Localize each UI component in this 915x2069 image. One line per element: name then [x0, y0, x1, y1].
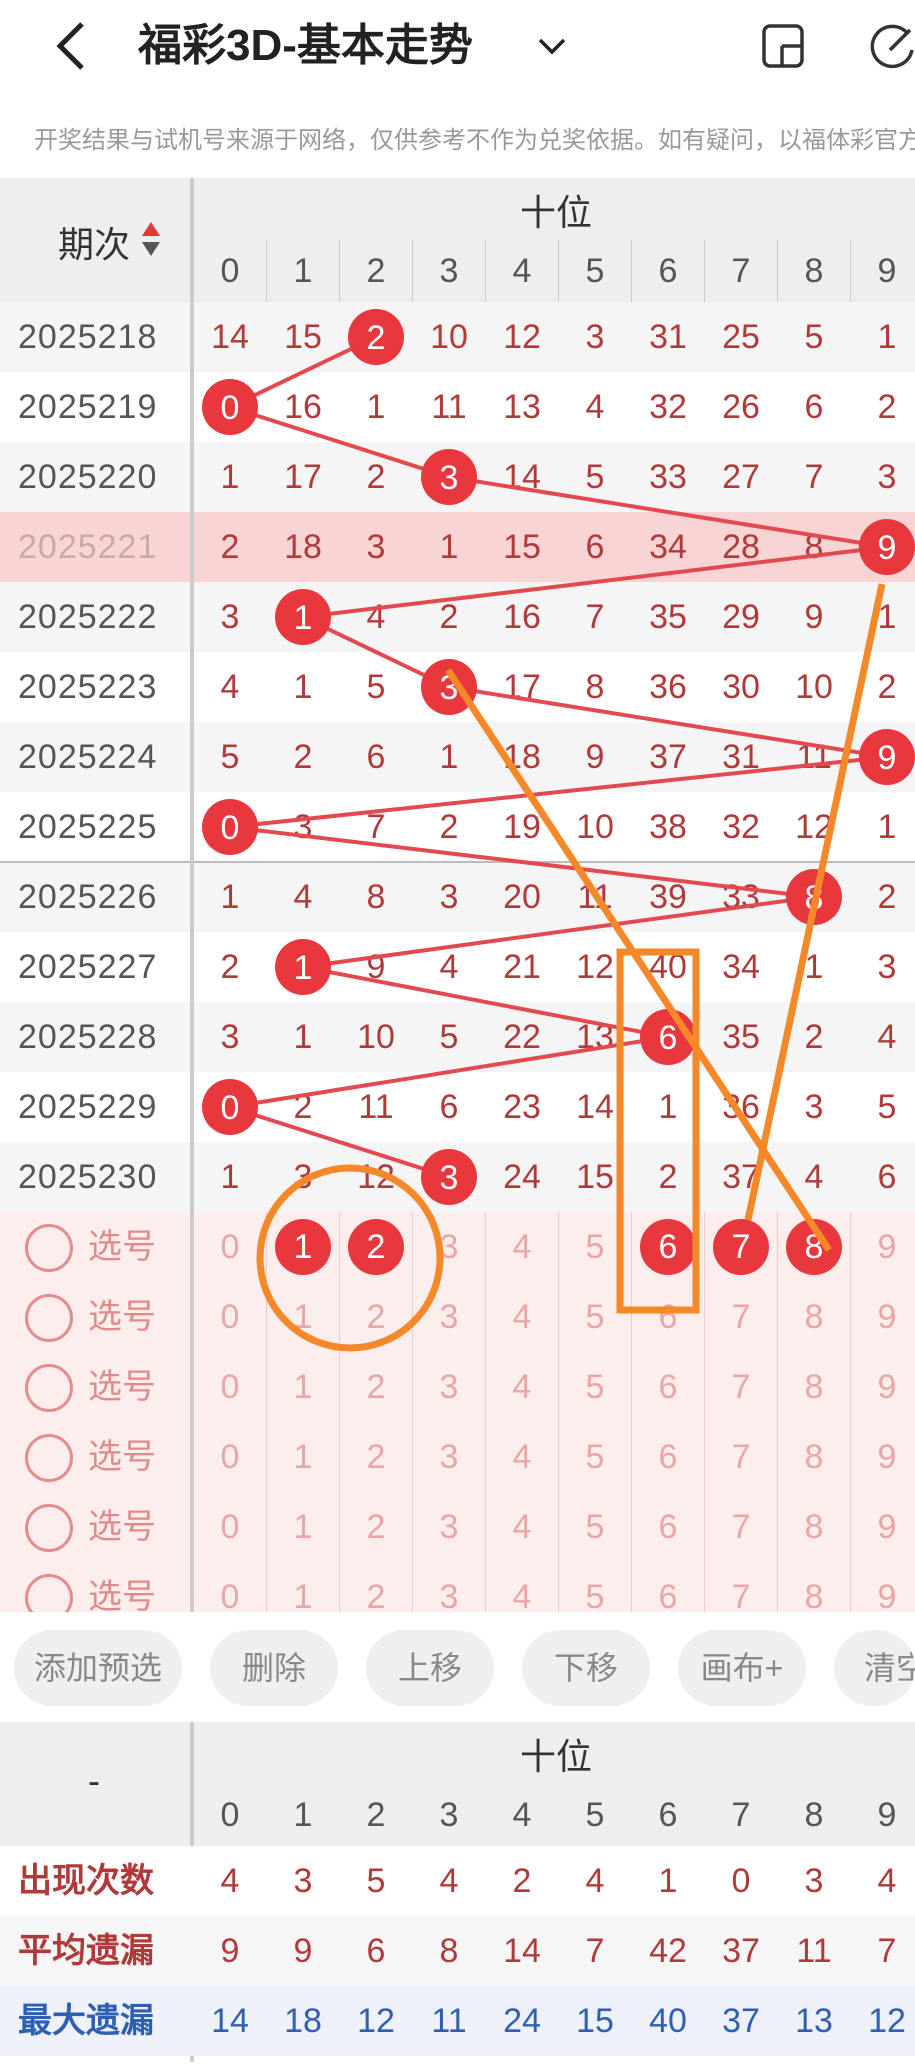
annotation-circle: [256, 1164, 444, 1352]
hit-ball-digit: 3: [440, 459, 459, 497]
stats-digit-header: 8: [804, 1796, 824, 1834]
stats-digit-header: 6: [658, 1796, 678, 1834]
stats-value: 14: [211, 2002, 249, 2040]
stats-value: 42: [649, 1932, 687, 1970]
stats-row-label: 最大遗漏: [18, 2002, 154, 2040]
stats-digit-header: 2: [366, 1796, 386, 1834]
stats-digit-header: 9: [877, 1796, 897, 1834]
hit-ball-digit: 1: [294, 599, 313, 637]
stats-value: 4: [877, 1862, 897, 1900]
hit-ball-digit: 9: [878, 529, 897, 567]
hit-ball-digit: 6: [659, 1019, 678, 1057]
hit-ball: 3: [421, 449, 477, 505]
stats-value: 24: [503, 2002, 541, 2040]
stats-value: 1: [658, 1862, 678, 1900]
hit-balls: 2039139081603: [202, 309, 915, 1205]
stats-row: 平均遗漏 9 9 6 8 14 7 42 37 11 7: [0, 1916, 915, 1986]
stats-value: 5: [366, 1862, 386, 1900]
stats-value: 14: [503, 1932, 541, 1970]
stats-row: 最大遗漏 14 18 12 11 24 15 40 37 13 12: [0, 1986, 915, 2056]
stats-value: 4: [220, 1862, 240, 1900]
stats-value: 0: [731, 1862, 751, 1900]
move-down-button[interactable]: 下移: [522, 1630, 650, 1706]
stats-value: 37: [722, 1932, 760, 1970]
annotation-rectangle: [616, 948, 700, 1314]
hit-ball: 2: [348, 309, 404, 365]
annotation-marks: [256, 583, 886, 1352]
stats-row-label: 出现次数: [18, 1862, 154, 1900]
hit-ball: 3: [421, 1149, 477, 1205]
stats-value: 8: [439, 1932, 459, 1970]
stats-digit-header: 5: [585, 1796, 605, 1834]
stats-value: 7: [877, 1932, 897, 1970]
stats-left-label: -: [88, 1760, 100, 1801]
hit-ball: 9: [859, 519, 915, 575]
stats-value: 4: [439, 1862, 459, 1900]
stats-group-label: 十位: [520, 1736, 593, 1777]
stats-value: 11: [431, 2002, 467, 2040]
hit-ball-digit: 3: [440, 1159, 459, 1197]
hit-ball-digit: 1: [294, 949, 313, 987]
trend-polyline: [224, 335, 888, 1179]
hit-ball: 1: [275, 939, 331, 995]
annotation-line-down: [445, 668, 832, 1252]
stats-row-label: 平均遗漏: [18, 1932, 154, 1970]
stats-value: 13: [795, 2002, 833, 2040]
hit-ball-digit: 0: [221, 809, 240, 847]
stats-value: 3: [804, 1862, 824, 1900]
stats-value: 7: [585, 1932, 605, 1970]
move-up-button[interactable]: 上移: [366, 1630, 494, 1706]
stats-value: 12: [868, 2002, 906, 2040]
hit-ball: 0: [202, 799, 258, 855]
hit-ball: 0: [202, 379, 258, 435]
stats-value: 18: [284, 2002, 322, 2040]
stats-value: 37: [722, 2002, 760, 2040]
stats-value: 40: [649, 2002, 687, 2040]
hit-ball: 0: [202, 1079, 258, 1135]
hit-ball-digit: 9: [878, 739, 897, 777]
clear-button[interactable]: 清空: [834, 1630, 915, 1706]
stats-digit-header: 7: [731, 1796, 751, 1834]
stats-digit-header: 1: [293, 1796, 313, 1834]
action-bar: 添加预选 删除 上移 下移 画布+ 清空: [0, 1612, 915, 1724]
hit-ball: 9: [859, 729, 915, 785]
trend-line: [224, 335, 888, 1179]
hit-ball-digit: 0: [221, 1089, 240, 1127]
stats-value: 11: [796, 1932, 832, 1970]
stats-digit-header: 0: [220, 1796, 240, 1834]
hit-ball-digit: 2: [367, 319, 386, 357]
stats-row: 出现次数 4 3 5 4 2 4 1 0 3 4: [0, 1846, 915, 1916]
stats-value: 4: [585, 1862, 605, 1900]
add-preselect-button[interactable]: 添加预选: [14, 1630, 182, 1706]
canvas-plus-button[interactable]: 画布+: [678, 1630, 806, 1706]
stats-value: 9: [293, 1932, 313, 1970]
stats-value: 15: [576, 2002, 614, 2040]
stats-value: 3: [293, 1862, 313, 1900]
stats-digit-header: 3: [439, 1796, 459, 1834]
delete-button[interactable]: 删除: [210, 1630, 338, 1706]
stats-digit-header: 4: [512, 1796, 532, 1834]
stats-value: 6: [366, 1932, 386, 1970]
hit-ball: 1: [275, 589, 331, 645]
stats-value: 12: [357, 2002, 395, 2040]
stats-value: 2: [512, 1862, 532, 1900]
stats-value: 9: [220, 1932, 240, 1970]
hit-ball-digit: 0: [221, 389, 240, 427]
